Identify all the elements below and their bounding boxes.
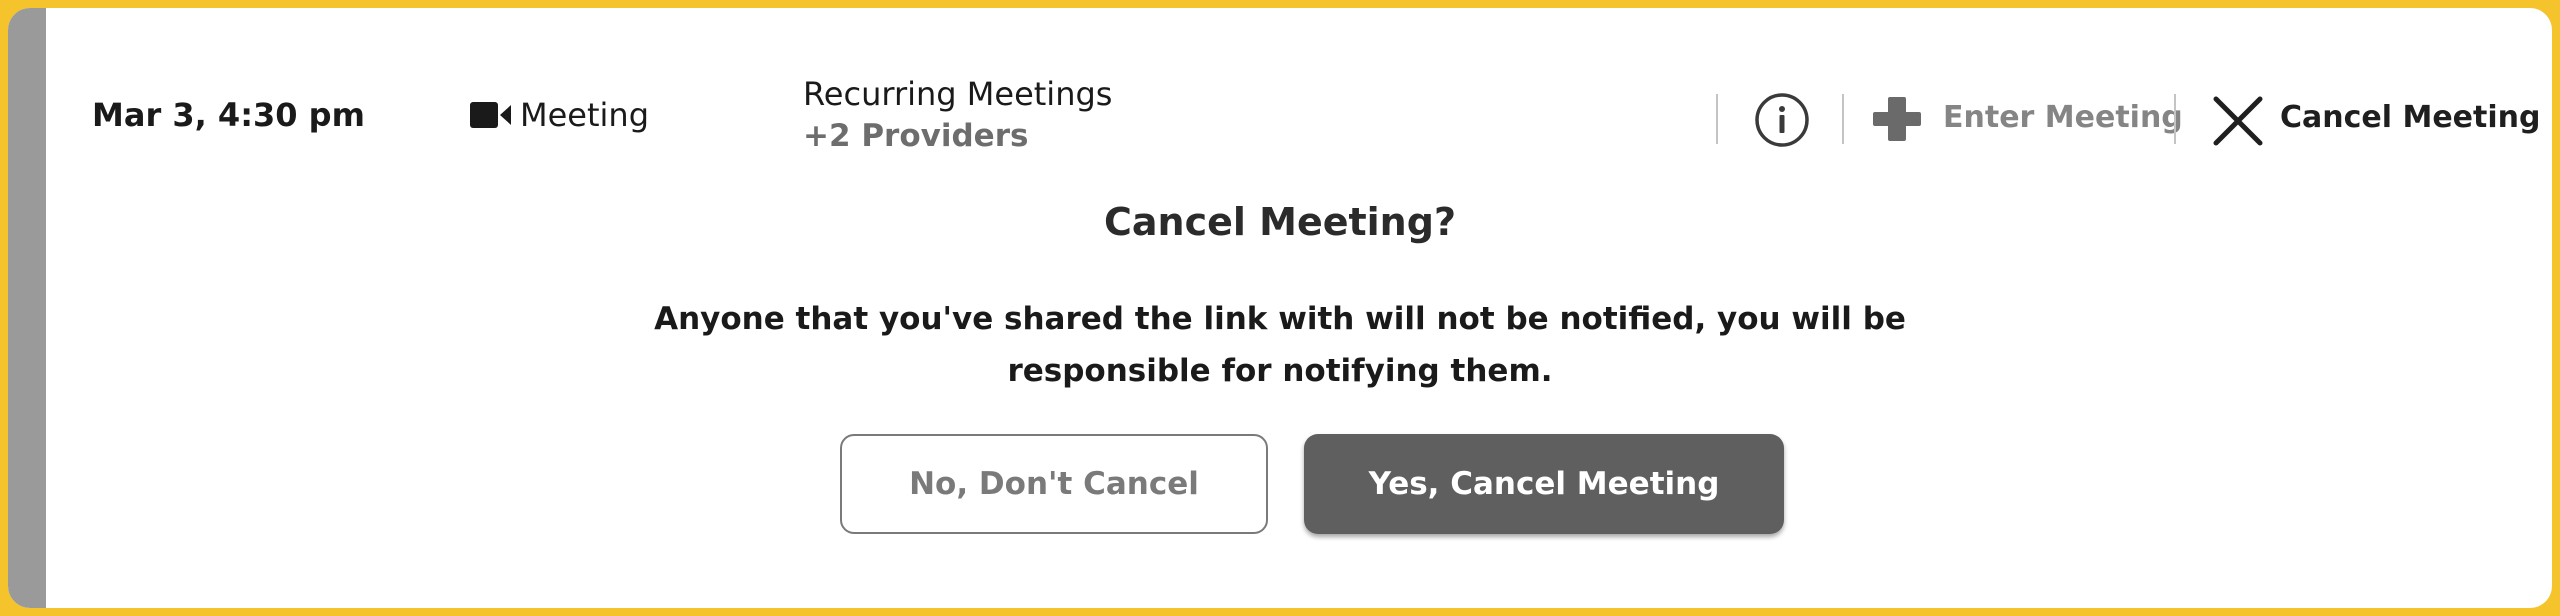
dialog-title: Cancel Meeting? xyxy=(1104,200,1456,244)
video-camera-icon xyxy=(470,102,511,128)
dialog-message-line: responsible for notifying them. xyxy=(1007,353,1553,389)
appointment-providers: +2 Providers xyxy=(803,118,1029,154)
enter-meeting-button[interactable]: Enter Meeting xyxy=(1943,100,2183,135)
close-icon[interactable] xyxy=(2210,93,2266,149)
appointment-type: Meeting xyxy=(470,96,649,134)
plus-icon[interactable] xyxy=(1871,93,1923,145)
appointment-title: Recurring Meetings xyxy=(803,75,1113,113)
divider xyxy=(1716,94,1718,144)
appointment-details: Recurring Meetings +2 Providers xyxy=(803,72,1112,158)
divider xyxy=(1842,94,1844,144)
appointment-card: Mar 3, 4:30 pm Meeting Recurring Meeting… xyxy=(8,8,2552,608)
confirm-cancel-button[interactable]: Yes, Cancel Meeting xyxy=(1304,434,1784,534)
info-icon[interactable] xyxy=(1754,92,1810,148)
dont-cancel-button[interactable]: No, Don't Cancel xyxy=(840,434,1268,534)
dialog-message: Anyone that you've shared the link with … xyxy=(8,293,2552,397)
dialog-message-line: Anyone that you've shared the link with … xyxy=(654,301,1906,337)
divider xyxy=(2174,94,2176,144)
appointment-type-label: Meeting xyxy=(520,96,650,134)
appointment-datetime: Mar 3, 4:30 pm xyxy=(92,96,365,134)
cancel-meeting-button[interactable]: Cancel Meeting xyxy=(2280,100,2540,135)
